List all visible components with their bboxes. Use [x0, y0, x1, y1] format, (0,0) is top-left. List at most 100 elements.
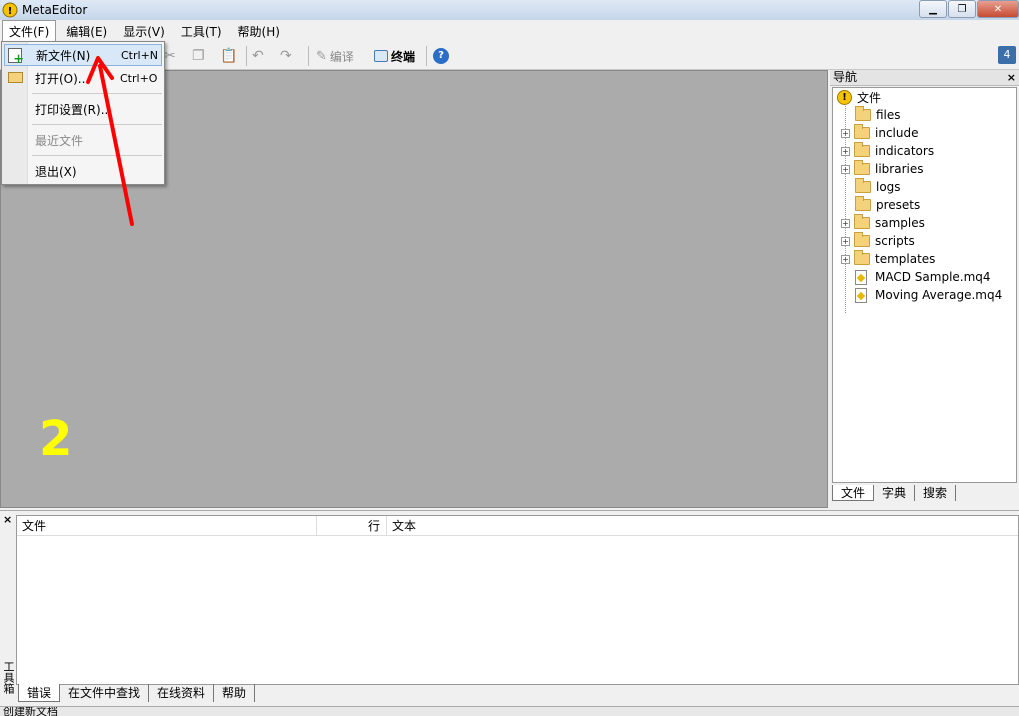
status-bar: 创建新文档: [0, 706, 1019, 716]
tree-item-macd-sample[interactable]: MACD Sample.mq4: [841, 268, 991, 286]
tree-item-label: include: [875, 126, 919, 140]
expand-icon[interactable]: +: [841, 218, 850, 228]
app-logo-icon: !: [2, 2, 18, 18]
menu-file[interactable]: 文件(F): [2, 19, 57, 43]
folder-icon: [854, 250, 870, 265]
paste-button[interactable]: 📋: [220, 47, 237, 65]
folder-icon: [855, 106, 871, 121]
navigator-close-icon[interactable]: ×: [1007, 70, 1016, 85]
tab-files[interactable]: 文件: [832, 485, 875, 501]
navigator-title: 导航: [833, 70, 858, 84]
tree-item-indicators[interactable]: + indicators: [841, 142, 934, 160]
column-text[interactable]: 文本: [387, 516, 1018, 536]
copy-button[interactable]: ❐: [192, 47, 205, 65]
metaeditor-window: ! MetaEditor ▁ ❐ ✕ 文件(F) 编辑(E) 显示(V) 工具(…: [0, 0, 1019, 716]
tab-online-library[interactable]: 在线资料: [149, 684, 215, 702]
help-icon: ?: [433, 48, 449, 64]
compile-icon: ✎: [316, 48, 327, 64]
tree-item-label: indicators: [875, 144, 935, 158]
close-button[interactable]: ✕: [977, 0, 1019, 18]
navigator-panel: 导航 × ! 文件 files + include + indicators +…: [830, 70, 1019, 508]
tree-item-label: Moving Average.mq4: [875, 288, 1003, 302]
expand-icon[interactable]: +: [841, 254, 850, 264]
expand-icon[interactable]: +: [841, 164, 850, 174]
menu-separator: [32, 93, 162, 94]
column-line[interactable]: 行: [317, 516, 387, 536]
file-menu-dropdown: + 新文件(N) Ctrl+N 打开(O)... Ctrl+O 打印设置(R).…: [1, 41, 165, 185]
tab-dictionary[interactable]: 字典: [874, 485, 916, 501]
compile-button[interactable]: ✎ 编译: [316, 47, 354, 65]
folder-icon: [854, 232, 870, 247]
tree-item-templates[interactable]: + templates: [841, 250, 935, 268]
copy-icon: ❐: [192, 48, 205, 64]
tree-item-label: samples: [875, 216, 925, 230]
tree-item-include[interactable]: + include: [841, 124, 918, 142]
menu-item-open[interactable]: 打开(O)... Ctrl+O: [4, 67, 162, 89]
expand-icon[interactable]: +: [841, 128, 850, 138]
menu-help[interactable]: 帮助(H): [232, 21, 286, 42]
menu-bar: 文件(F) 编辑(E) 显示(V) 工具(T) 帮助(H): [0, 19, 1019, 43]
tree-item-scripts[interactable]: + scripts: [841, 232, 915, 250]
mq4-file-icon: [855, 269, 867, 285]
expand-icon[interactable]: +: [841, 146, 850, 156]
terminal-button[interactable]: 终端: [374, 47, 415, 65]
errors-table-header: 文件 行 文本: [17, 516, 1018, 536]
folder-icon: [855, 196, 871, 211]
menu-edit[interactable]: 编辑(E): [60, 21, 113, 42]
tab-errors[interactable]: 错误: [18, 684, 61, 702]
tree-root[interactable]: ! 文件: [837, 88, 881, 106]
tree-item-label: scripts: [875, 234, 915, 248]
menu-item-label: 新文件(N): [36, 48, 91, 63]
expand-icon[interactable]: +: [841, 236, 850, 246]
tree-item-logs[interactable]: logs: [841, 178, 901, 196]
toolbar-separator: [246, 46, 247, 66]
minimize-button[interactable]: ▁: [919, 0, 947, 18]
tree-item-samples[interactable]: + samples: [841, 214, 925, 232]
undo-icon: ↶: [252, 48, 264, 64]
toolbox-badge[interactable]: 4: [998, 46, 1016, 64]
redo-button[interactable]: ↷: [280, 47, 292, 65]
column-file[interactable]: 文件: [17, 516, 317, 536]
menu-item-print-setup[interactable]: 打印设置(R)...: [4, 98, 162, 120]
toolbar-separator: [308, 46, 309, 66]
tree-item-label: files: [876, 108, 901, 122]
help-button[interactable]: ?: [433, 47, 449, 65]
tab-find-in-files[interactable]: 在文件中查找: [60, 684, 150, 702]
tab-help[interactable]: 帮助: [214, 684, 256, 702]
mql-folder-icon: !: [837, 89, 852, 105]
folder-icon: [854, 124, 870, 139]
terminal-label: 终端: [391, 49, 416, 64]
status-text: 创建新文档: [3, 706, 58, 716]
scissors-icon: ✂: [164, 48, 176, 64]
cut-button[interactable]: ✂: [164, 47, 176, 65]
tree-item-moving-average[interactable]: Moving Average.mq4: [841, 286, 1002, 304]
new-file-icon: +: [8, 48, 24, 66]
tree-item-label: libraries: [875, 162, 924, 176]
tree-item-presets[interactable]: presets: [841, 196, 920, 214]
tab-search[interactable]: 搜索: [915, 485, 957, 501]
errors-table[interactable]: 文件 行 文本: [16, 515, 1019, 685]
undo-button[interactable]: ↶: [252, 47, 264, 65]
menu-item-label: 打开(O)...: [35, 71, 90, 86]
window-title: MetaEditor: [22, 3, 88, 17]
toolbox-close-icon[interactable]: ×: [3, 513, 12, 526]
tree-item-files[interactable]: files: [841, 106, 901, 124]
menu-item-new-file[interactable]: + 新文件(N) Ctrl+N: [4, 44, 162, 66]
toolbar-separator: [426, 46, 427, 66]
toolbox-panel: × 工具箱 文件 行 文本 错误 在文件中查找 在线资料 帮助: [0, 510, 1019, 706]
navigator-title-bar: 导航 ×: [830, 70, 1019, 86]
terminal-icon: [374, 50, 388, 62]
tree-item-label: logs: [876, 180, 901, 194]
folder-icon: [854, 142, 870, 157]
tree-item-label: presets: [876, 198, 921, 212]
tree-item-label: templates: [875, 252, 936, 266]
annotation-number: 2: [39, 411, 73, 467]
menu-item-exit[interactable]: 退出(X): [4, 160, 162, 182]
mq4-file-icon: [855, 287, 867, 303]
redo-icon: ↷: [280, 48, 292, 64]
tree-item-libraries[interactable]: + libraries: [841, 160, 923, 178]
menu-tools[interactable]: 工具(T): [175, 21, 228, 42]
menu-view[interactable]: 显示(V): [117, 21, 171, 42]
navigator-tabs: 文件 字典 搜索: [832, 485, 957, 503]
maximize-button[interactable]: ❐: [948, 0, 976, 18]
